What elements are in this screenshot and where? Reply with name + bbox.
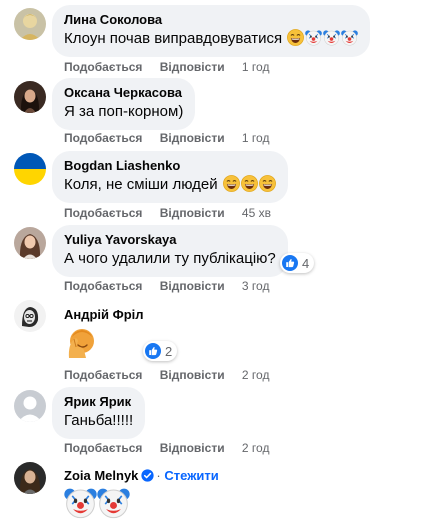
comment-timestamp[interactable]: 1 год <box>242 131 270 145</box>
reaction-count-badge[interactable]: 2 <box>143 341 178 361</box>
comment-text-body: Коля, не сміши людей <box>64 176 218 193</box>
reply-button[interactable]: Відповісти <box>160 441 225 455</box>
verified-badge-icon <box>141 469 154 482</box>
avatar[interactable] <box>14 81 46 113</box>
comment-text: Коля, не сміши людей <box>64 175 276 195</box>
comment-bubble: Bogdan Liashenko Коля, не сміши людей <box>52 151 288 203</box>
reply-button[interactable]: Відповісти <box>160 368 225 382</box>
comment-text: Я за поп-корном) <box>64 103 184 120</box>
comment-author[interactable]: Zoia Melnyk <box>64 468 138 483</box>
avatar[interactable] <box>14 462 46 494</box>
grinning-face-emoji <box>241 175 258 192</box>
comment-actions: Подобається Відповісти 3 год <box>64 278 269 294</box>
comment-author[interactable]: Bogdan Liashenko <box>64 158 276 174</box>
reply-button[interactable]: Відповісти <box>160 60 225 74</box>
clown-face-emoji <box>305 29 322 46</box>
comment-author[interactable]: Yuliya Yavorskaya <box>64 232 276 248</box>
follow-button[interactable]: Стежити <box>164 468 218 483</box>
comment-text: А чого удалили ту публікацію? <box>64 250 276 267</box>
comment-actions: Подобається Відповісти 1 год <box>64 130 269 146</box>
comment-actions: Подобається Відповісти 2 год <box>64 440 269 456</box>
like-button[interactable]: Подобається <box>64 206 142 220</box>
grinning-face-emoji <box>259 175 276 192</box>
comment-author-row: Zoia Melnyk · Стежити <box>64 468 219 484</box>
like-button[interactable]: Подобається <box>64 279 142 293</box>
clown-face-emoji <box>341 29 358 46</box>
comment-author[interactable]: Оксана Черкасова <box>64 85 183 101</box>
separator-dot: · <box>156 468 161 483</box>
comment-timestamp[interactable]: 1 год <box>242 60 270 74</box>
like-thumb-icon <box>282 255 298 271</box>
reaction-count: 4 <box>302 255 310 271</box>
comment-author[interactable]: Андрій Фріл <box>64 307 144 323</box>
comment-bubble: Лина Соколова Клоун почав виправдовувати… <box>52 5 371 57</box>
like-button[interactable]: Подобається <box>64 131 142 145</box>
avatar[interactable] <box>14 300 46 332</box>
facepalm-emoji-sticker <box>64 325 98 359</box>
clown-face-emoji <box>64 486 97 519</box>
comment-text: Ганьба!!!!! <box>64 412 134 429</box>
comment-bubble: Оксана Черкасова Я за поп-корном) <box>52 78 196 130</box>
reply-button[interactable]: Відповісти <box>160 206 225 220</box>
avatar[interactable] <box>14 227 46 259</box>
clown-face-emoji <box>97 486 130 519</box>
comment-timestamp[interactable]: 2 год <box>242 441 270 455</box>
reply-button[interactable]: Відповісти <box>160 131 225 145</box>
comment-text-body: Клоун почав виправдовуватися <box>64 30 283 47</box>
grinning-face-emoji <box>223 175 240 192</box>
clown-face-emoji <box>323 29 340 46</box>
comment-actions: Подобається Відповісти 2 год <box>64 367 269 383</box>
comment-actions: Подобається Відповісти 45 хв <box>64 205 271 221</box>
reply-button[interactable]: Відповісти <box>160 279 225 293</box>
comment-actions: Подобається Відповісти 1 год <box>64 59 269 75</box>
like-button[interactable]: Подобається <box>64 368 142 382</box>
comment-author[interactable]: Лина Соколова <box>64 12 358 28</box>
reaction-count: 2 <box>165 343 173 359</box>
like-button[interactable]: Подобається <box>64 60 142 74</box>
comment-bubble: Yuliya Yavorskaya А чого удалили ту публ… <box>52 225 288 277</box>
reaction-count-badge[interactable]: 4 <box>280 253 315 273</box>
like-button[interactable]: Подобається <box>64 441 142 455</box>
comment-bubble: Ярик Ярик Ганьба!!!!! <box>52 387 146 439</box>
like-thumb-icon <box>145 343 161 359</box>
comment-timestamp[interactable]: 3 год <box>242 279 270 293</box>
grinning-face-emoji <box>287 29 304 46</box>
avatar[interactable] <box>14 153 46 185</box>
clown-emoji-reply <box>64 486 130 520</box>
comment-timestamp[interactable]: 45 хв <box>242 206 271 220</box>
avatar[interactable] <box>14 8 46 40</box>
avatar[interactable] <box>14 390 46 422</box>
comment-timestamp[interactable]: 2 год <box>242 368 270 382</box>
comment-author[interactable]: Ярик Ярик <box>64 394 133 410</box>
comment-text: Клоун почав виправдовуватися <box>64 29 358 49</box>
